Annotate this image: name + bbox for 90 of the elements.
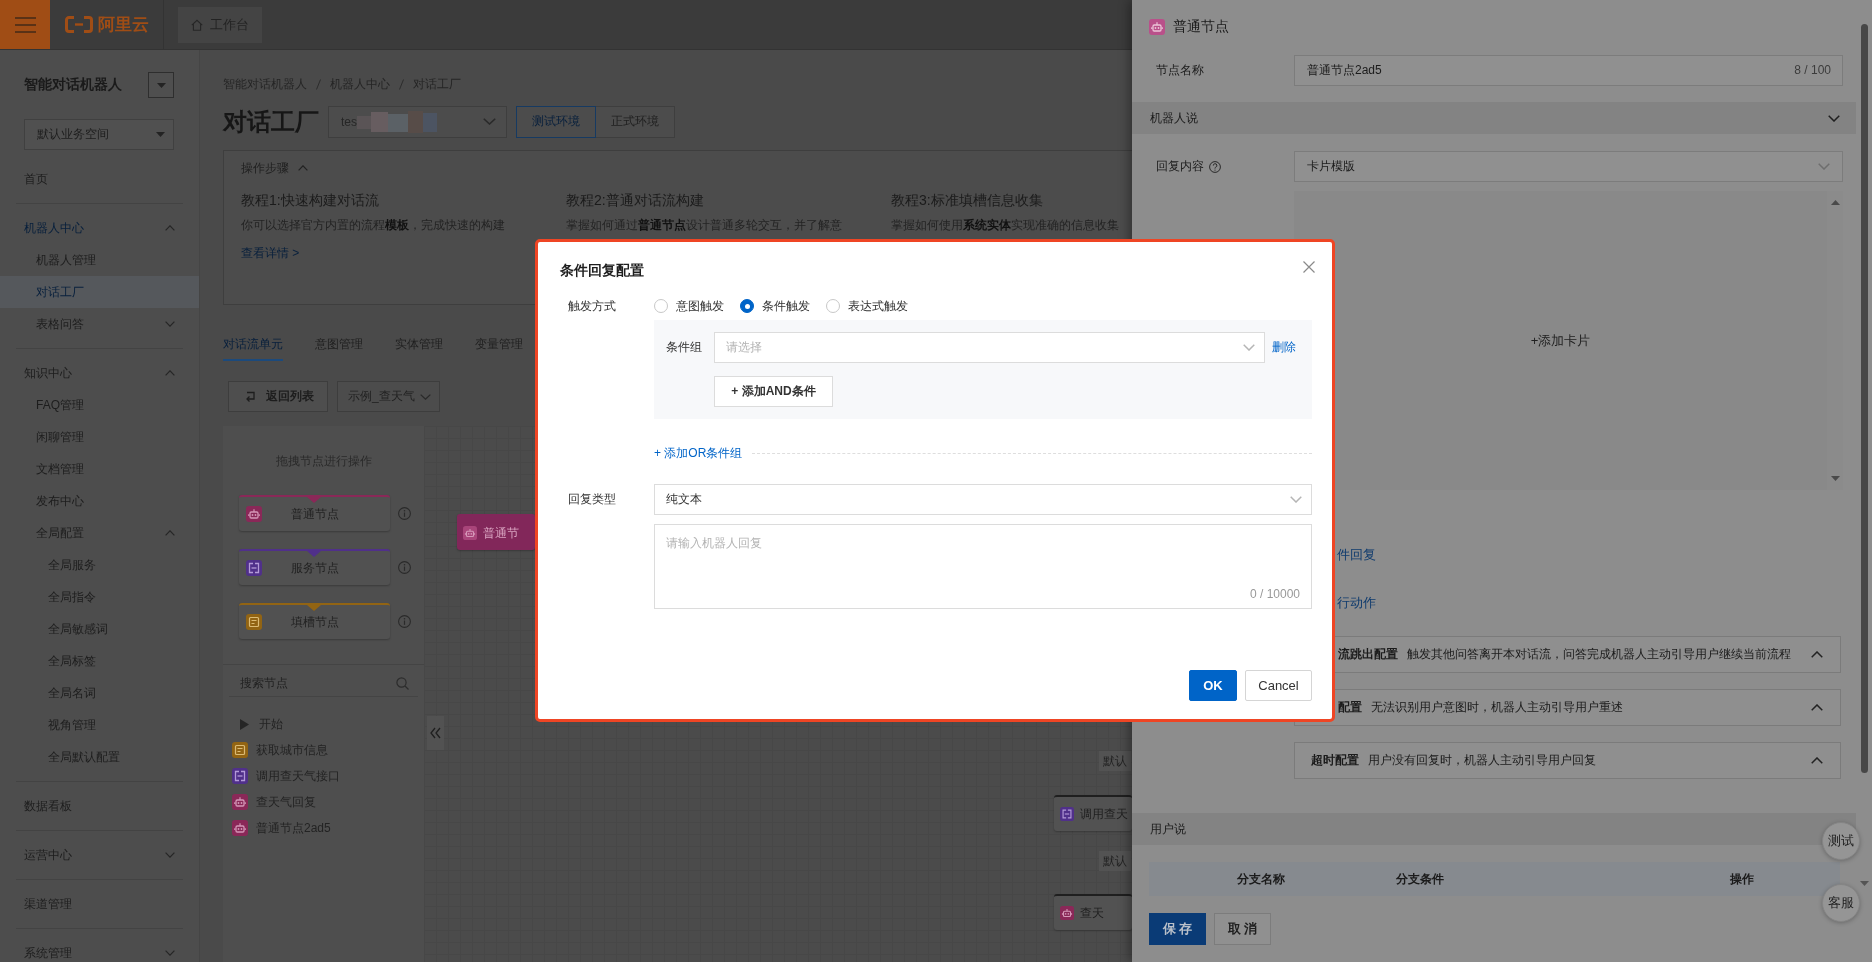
bracket-icon — [232, 768, 248, 784]
add-or-group-link[interactable]: + 添加OR条件组 — [654, 444, 743, 462]
config-panel[interactable]: 超时配置 用户没有回复时，机器人主动引导用户回复 — [1294, 742, 1841, 779]
menu-button[interactable] — [0, 0, 50, 49]
config-description: 用户没有回复时，机器人主动引导用户回复 — [1368, 752, 1596, 769]
floating-button[interactable]: 客服 — [1822, 884, 1860, 922]
menu-icon — [14, 16, 36, 33]
field-label: 条件组 — [666, 339, 703, 356]
secondary-button[interactable]: 取消 — [1214, 913, 1271, 945]
slash-icon — [399, 78, 404, 90]
field-label: 触发方式 — [568, 297, 616, 315]
double-chevron-left-icon — [430, 727, 441, 739]
field-label: 节点名称 — [1156, 62, 1204, 79]
tab[interactable]: 对话流单元 — [223, 327, 283, 361]
play-icon — [240, 718, 249, 730]
text-link[interactable]: 行动作 — [1337, 594, 1376, 612]
chevron-up-icon — [1811, 651, 1823, 658]
caret-down-icon — [156, 132, 165, 137]
home-icon — [191, 18, 203, 31]
robot-icon — [246, 506, 262, 522]
config-description: 无法识别用户意图时，机器人主动引导用户重述 — [1371, 699, 1623, 716]
chevron-down-icon — [1290, 496, 1302, 503]
column-header: 分支条件 — [1395, 870, 1444, 888]
bracket-icon — [1060, 807, 1074, 821]
scroll-up-arrow-icon[interactable] — [1830, 200, 1840, 205]
chevron-down-icon — [1828, 114, 1840, 122]
sidebar-item[interactable]: 对话工厂 — [0, 276, 199, 308]
cancel-button[interactable]: Cancel — [1245, 670, 1312, 701]
condition-select[interactable]: 请选择 — [714, 332, 1265, 363]
close-icon[interactable] — [1303, 261, 1315, 273]
flow-node[interactable]: 普通节 — [457, 514, 535, 550]
dropdown-button[interactable] — [148, 72, 174, 98]
config-title: 配置 — [1338, 699, 1362, 716]
config-title: 流跳出配置 — [1338, 646, 1398, 663]
scroll-down-arrow-icon[interactable] — [1860, 881, 1869, 886]
radio-option[interactable]: 意图触发 — [654, 297, 724, 315]
search-icon — [396, 677, 409, 690]
info-icon[interactable] — [398, 560, 411, 574]
drawer-title: 普通节点 — [1173, 18, 1229, 36]
chevron-up-icon — [1811, 704, 1823, 711]
char-counter: 0 / 10000 — [1249, 586, 1300, 602]
chevron-down-icon — [420, 393, 431, 400]
robot-icon — [232, 794, 248, 810]
text-link[interactable]: 件回复 — [1337, 546, 1376, 564]
ok-button[interactable]: OK — [1189, 670, 1237, 701]
column-header: 分支名称 — [1237, 870, 1285, 888]
logo-icon — [65, 16, 93, 33]
details-link[interactable]: 查看详情 > — [241, 243, 300, 263]
delete-link[interactable]: 删除 — [1272, 339, 1296, 356]
help-icon — [1209, 160, 1221, 173]
slash-icon — [316, 78, 321, 90]
floating-button[interactable]: 测试 — [1822, 822, 1860, 860]
form-icon — [246, 614, 262, 630]
field-label: 回复内容 — [1156, 158, 1204, 175]
scroll-down-arrow-icon[interactable] — [1830, 476, 1840, 481]
reply-type-select[interactable]: 纯文本 — [654, 484, 1312, 515]
form-icon — [232, 742, 248, 758]
sidebar-item[interactable]: 机器人中心 — [0, 212, 199, 244]
column-header: 操作 — [1729, 870, 1754, 888]
section-header[interactable]: 机器人说 — [1132, 102, 1856, 134]
radio-option[interactable]: 条件触发 — [740, 297, 810, 315]
add-card-button[interactable]: +添加卡片 — [1530, 331, 1591, 350]
chevron-up-icon — [298, 165, 308, 171]
config-panel[interactable]: 配置 无法识别用户意图时，机器人主动引导用户重述 — [1294, 689, 1841, 726]
robot-icon — [463, 526, 477, 540]
info-icon[interactable] — [398, 614, 411, 628]
dialog-title: 条件回复配置 — [560, 261, 644, 280]
field-label: 回复类型 — [568, 491, 616, 508]
brand-name: 阿里云 — [98, 14, 149, 36]
bracket-icon — [246, 560, 262, 576]
return-arrow-icon — [245, 391, 256, 402]
config-title: 超时配置 — [1311, 752, 1359, 769]
char-counter: 8 / 100 — [1794, 63, 1831, 78]
chevron-down-icon — [1243, 344, 1255, 351]
robot-icon — [232, 820, 248, 836]
scrollbar-thumb[interactable] — [1861, 24, 1868, 773]
chevron-down-icon — [1818, 163, 1830, 170]
caret-down-icon — [156, 82, 166, 88]
robot-icon — [1149, 19, 1165, 35]
config-description: 触发其他问答离开本对话流，问答完成机器人主动引导用户继续当前流程 — [1407, 646, 1791, 663]
collapse-handle[interactable] — [427, 716, 444, 750]
chevron-down-icon — [483, 118, 496, 125]
chevron-up-icon — [1811, 757, 1823, 764]
environment-button[interactable]: 测试环境 — [516, 105, 596, 138]
primary-button[interactable]: 保存 — [1149, 913, 1206, 945]
robot-icon — [1060, 906, 1074, 920]
reply-content-select[interactable]: 卡片模版 — [1294, 151, 1843, 182]
info-icon[interactable] — [398, 506, 411, 520]
add-and-condition-button[interactable]: + 添加AND条件 — [714, 376, 833, 407]
radio-option[interactable]: 表达式触发 — [826, 297, 908, 315]
